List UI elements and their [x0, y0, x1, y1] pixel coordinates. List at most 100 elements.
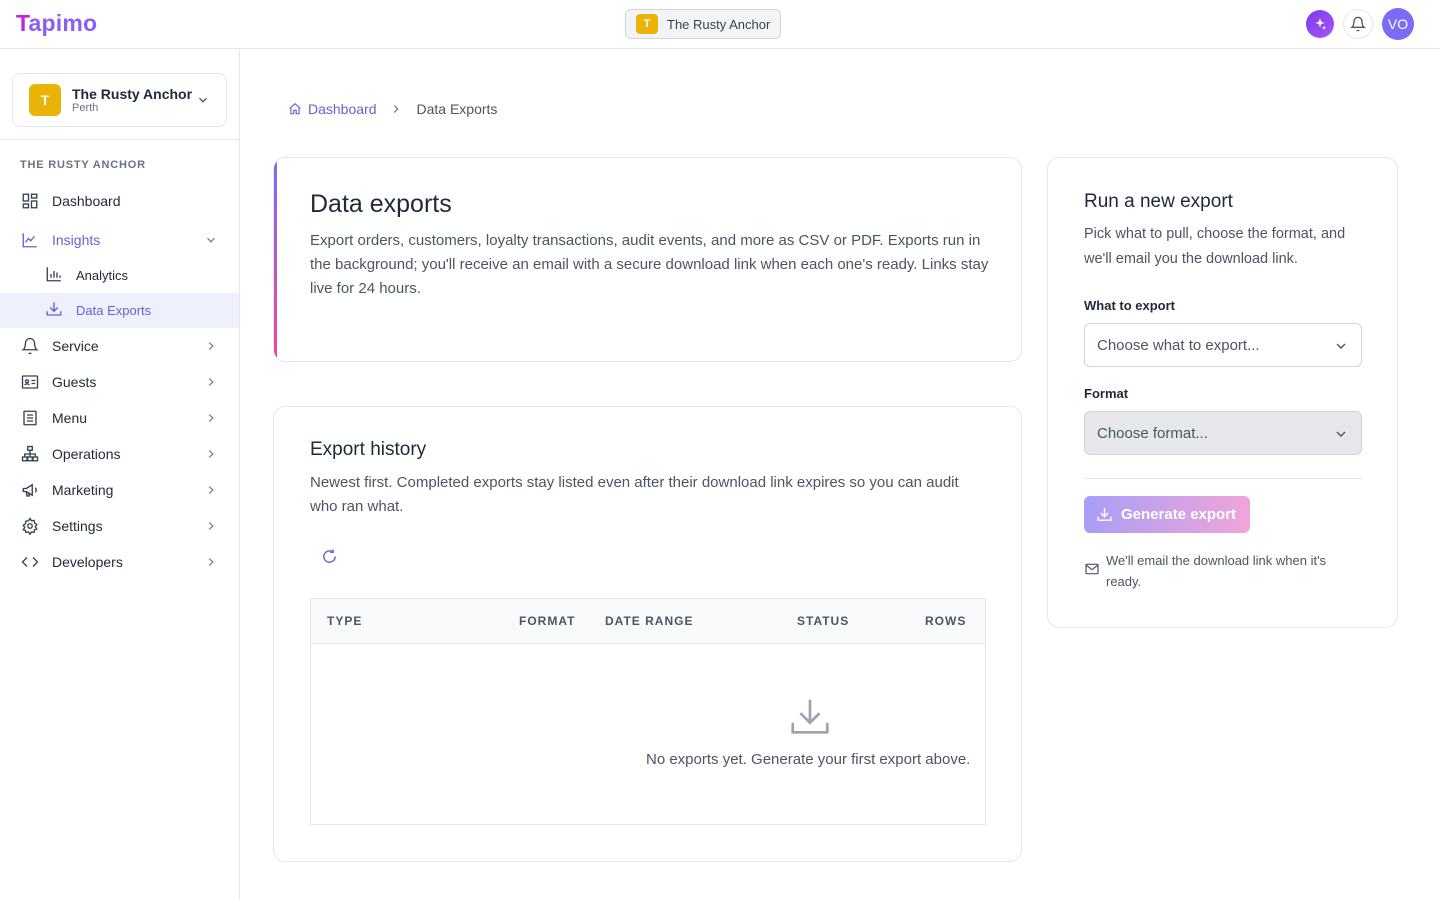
breadcrumb: Dashboard Data Exports: [288, 101, 497, 117]
trend-chart-icon: [21, 231, 39, 249]
sidebar-item-label: Developers: [52, 554, 123, 570]
generate-export-button[interactable]: Generate export: [1084, 496, 1250, 533]
refresh-icon: [322, 548, 336, 563]
sidebar-item-menu[interactable]: Menu: [0, 400, 239, 436]
venue-badge: T: [29, 84, 61, 116]
sidebar-item-label: Service: [52, 338, 99, 354]
export-history-table: TYPE FORMAT DATE RANGE STATUS ROWS No ex…: [310, 598, 986, 825]
sidebar-item-marketing[interactable]: Marketing: [0, 472, 239, 508]
format-select[interactable]: Choose format...: [1084, 411, 1362, 455]
chevron-right-icon: [208, 450, 214, 458]
notifications-button[interactable]: [1343, 9, 1373, 39]
chevron-down-icon: [1336, 431, 1346, 437]
page-description: Export orders, customers, loyalty transa…: [310, 232, 989, 297]
chevron-down-icon: [207, 237, 215, 243]
chevron-right-icon: [389, 102, 403, 116]
card-accent-bar: [274, 158, 277, 361]
hierarchy-icon: [21, 445, 39, 463]
sidebar-item-label: Marketing: [52, 482, 114, 498]
what-to-export-value: Choose what to export...: [1097, 336, 1260, 354]
mail-icon: [1085, 563, 1099, 575]
export-history-card: Export history Newest first. Completed e…: [273, 406, 1022, 862]
column-header-status[interactable]: STATUS: [797, 614, 849, 628]
sidebar-divider: [0, 139, 239, 140]
column-header-format[interactable]: FORMAT: [519, 614, 575, 628]
sidebar-item-developers[interactable]: Developers: [0, 544, 239, 580]
sidebar-item-service[interactable]: Service: [0, 328, 239, 364]
empty-state-message: No exports yet. Generate your first expo…: [646, 751, 971, 768]
column-header-type[interactable]: TYPE: [327, 614, 362, 628]
generate-export-label: Generate export: [1121, 506, 1237, 523]
sidebar-subitem-analytics[interactable]: Analytics: [0, 258, 239, 293]
run-export-title: Run a new export: [1084, 191, 1233, 212]
venue-name: The Rusty Anchor: [667, 16, 771, 32]
chevron-right-icon: [208, 558, 214, 566]
chevron-right-icon: [208, 414, 214, 422]
sidebar-item-dashboard[interactable]: Dashboard: [0, 183, 239, 219]
download-icon: [791, 699, 829, 734]
venue-badge: T: [636, 14, 658, 34]
page-title: Data exports: [310, 190, 452, 218]
what-to-export-label: What to export: [1084, 298, 1175, 313]
chevron-down-icon: [199, 97, 207, 103]
user-avatar[interactable]: VO: [1382, 8, 1414, 40]
home-icon: [289, 102, 301, 115]
app-logo[interactable]: Tapimo: [16, 10, 97, 37]
email-note: We'll email the download link when it's …: [1084, 550, 1362, 592]
bar-chart-icon: [45, 265, 63, 286]
sidebar: T The Rusty Anchor Perth THE RUSTY ANCHO…: [0, 49, 240, 900]
code-icon: [21, 553, 39, 571]
ai-assistant-button[interactable]: [1306, 10, 1334, 38]
refresh-button[interactable]: [318, 545, 340, 567]
format-label: Format: [1084, 386, 1129, 401]
megaphone-icon: [21, 481, 39, 499]
dashboard-grid-icon: [21, 192, 39, 210]
sidebar-item-label: Insights: [52, 232, 101, 248]
bell-icon: [21, 337, 39, 355]
sidebar-subitem-label: Data Exports: [76, 303, 152, 318]
sidebar-item-insights[interactable]: Insights: [0, 222, 239, 258]
venue-selector[interactable]: T The Rusty Anchor Perth: [12, 73, 227, 127]
gear-icon: [21, 517, 39, 535]
download-icon: [1097, 508, 1112, 521]
export-history-description: Newest first. Completed exports stay lis…: [310, 474, 959, 515]
sidebar-item-label: Dashboard: [52, 193, 121, 209]
sparkle-icon: [1315, 18, 1327, 30]
intro-card: Data exports Export orders, customers, l…: [273, 157, 1022, 362]
chevron-right-icon: [208, 378, 214, 386]
chevron-right-icon: [208, 342, 214, 350]
sidebar-section-title: THE RUSTY ANCHOR: [20, 159, 146, 171]
run-export-description: Pick what to pull, choose the format, an…: [1084, 226, 1346, 267]
format-value: Choose format...: [1097, 424, 1208, 442]
run-export-card: Run a new export Pick what to pull, choo…: [1047, 157, 1398, 628]
sidebar-subitem-label: Analytics: [76, 268, 129, 283]
venue-location: Perth: [72, 101, 99, 114]
what-to-export-select[interactable]: Choose what to export...: [1084, 323, 1362, 367]
breadcrumb-home-link[interactable]: Dashboard: [288, 101, 377, 117]
sidebar-item-label: Menu: [52, 410, 88, 426]
bell-icon: [1350, 16, 1366, 32]
sidebar-item-label: Operations: [52, 446, 121, 462]
column-header-rows[interactable]: ROWS: [925, 614, 966, 628]
sidebar-item-operations[interactable]: Operations: [0, 436, 239, 472]
top-bar: Tapimo T The Rusty Anchor VO: [0, 0, 1440, 49]
download-icon: [45, 300, 63, 321]
chevron-right-icon: [208, 486, 214, 494]
sidebar-item-label: Guests: [52, 374, 97, 390]
venue-switcher-pill[interactable]: T The Rusty Anchor: [625, 9, 781, 39]
export-history-title: Export history: [310, 439, 427, 460]
table-header: TYPE FORMAT DATE RANGE STATUS ROWS: [311, 599, 985, 644]
column-header-date-range[interactable]: DATE RANGE: [605, 614, 693, 628]
sidebar-subitem-data-exports[interactable]: Data Exports: [0, 293, 239, 328]
breadcrumb-current: Data Exports: [416, 101, 498, 117]
breadcrumb-home-label: Dashboard: [308, 101, 377, 117]
sidebar-item-guests[interactable]: Guests: [0, 364, 239, 400]
document-list-icon: [21, 409, 39, 427]
sidebar-item-settings[interactable]: Settings: [0, 508, 239, 544]
chevron-down-icon: [1336, 343, 1346, 349]
sidebar-item-label: Settings: [52, 518, 103, 534]
venue-name: The Rusty Anchor: [72, 85, 193, 102]
form-divider: [1084, 478, 1362, 479]
email-note-text: We'll email the download link when it's …: [1106, 553, 1327, 589]
chevron-right-icon: [208, 522, 214, 530]
